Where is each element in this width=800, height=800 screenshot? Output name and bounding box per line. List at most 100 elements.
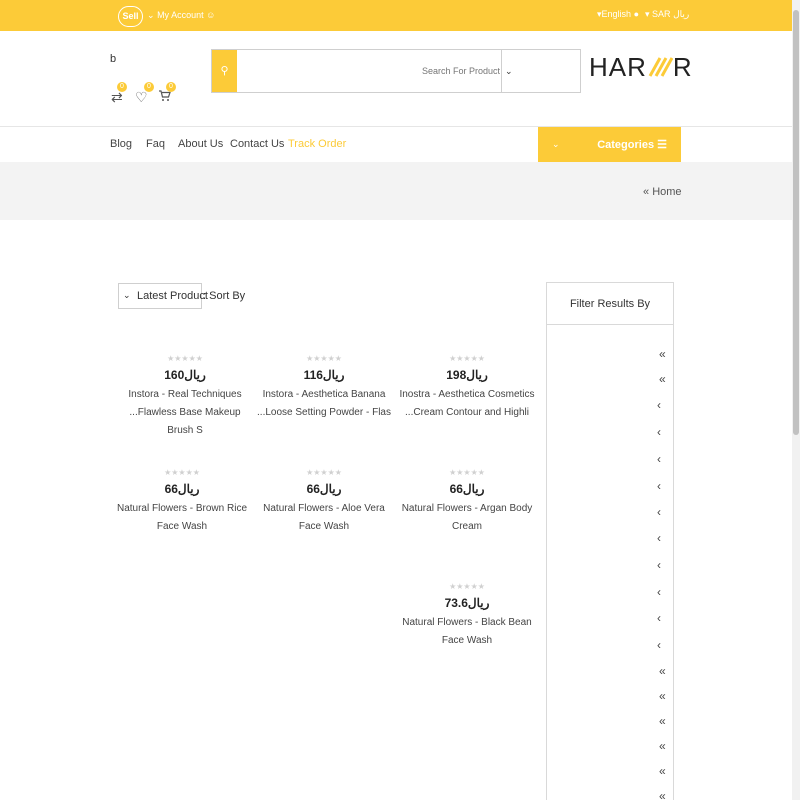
product-name[interactable]: Natural Flowers - Argan Body Cream bbox=[397, 500, 537, 536]
filter-subcategory-toggle[interactable]: ‹ bbox=[657, 398, 661, 412]
product-name[interactable]: Natural Flowers - Aloe Vera Face Wash bbox=[254, 500, 394, 536]
filter-category-toggle[interactable]: « bbox=[659, 372, 666, 386]
logo-text-right: R bbox=[672, 52, 693, 82]
search-category-select[interactable]: ⌄ bbox=[501, 50, 581, 92]
filter-subcategory-toggle[interactable]: ‹ bbox=[657, 611, 661, 625]
rating-stars: ★★★★★ bbox=[449, 582, 485, 591]
user-initial: b bbox=[110, 53, 117, 65]
categories-dropdown[interactable]: ⌄ Categories ☰ bbox=[538, 127, 681, 162]
product-name-line1: Instora - Aesthetica Banana bbox=[262, 389, 386, 400]
logo-mark-icon bbox=[648, 57, 673, 77]
product-price: 116ريال bbox=[303, 368, 345, 382]
nav-item-contact-us[interactable]: Contact Us bbox=[230, 138, 284, 150]
currency-selector[interactable]: ▾ SAR ريال bbox=[645, 9, 689, 20]
user-icon: ☺ bbox=[206, 10, 216, 20]
chevron-down-icon: ⌄ bbox=[505, 66, 513, 76]
compare-count-badge: 0 bbox=[117, 82, 127, 92]
product-name[interactable]: Natural Flowers - Brown Rice Face Wash bbox=[112, 500, 252, 536]
sort-label: : Sort By bbox=[203, 290, 246, 302]
nav-item-about-us[interactable]: About Us bbox=[178, 138, 223, 150]
product-name[interactable]: Inostra - Aesthetica Cosmetics ...Cream … bbox=[397, 386, 537, 422]
rating-stars: ★★★★★ bbox=[306, 354, 342, 363]
product-price: 66ريال bbox=[449, 482, 485, 496]
product-name-line2: ...Flawless Base Makeup Brush S bbox=[129, 407, 241, 436]
wishlist-button[interactable]: ♡ bbox=[135, 89, 148, 106]
product-name-line2: ...Cream Contour and Highli bbox=[405, 407, 529, 418]
globe-icon: ● bbox=[633, 9, 640, 19]
product-price: 160ريال bbox=[164, 368, 206, 382]
filter-subcategory-toggle[interactable]: ‹ bbox=[657, 638, 661, 652]
filter-subcategory-toggle[interactable]: ‹ bbox=[657, 585, 661, 599]
double-chevron-left-icon: « bbox=[643, 186, 650, 198]
filter-subcategory-toggle[interactable]: ‹ bbox=[657, 452, 661, 466]
menu-icon: ☰ bbox=[657, 139, 667, 151]
product-name[interactable]: Instora - Aesthetica Banana ...Loose Set… bbox=[254, 386, 394, 422]
filter-category-toggle[interactable]: « bbox=[659, 689, 666, 703]
categories-text: Categories bbox=[597, 139, 655, 151]
search-icon: ⚲ bbox=[220, 65, 229, 77]
language-selector[interactable]: ▾English ● bbox=[597, 9, 639, 20]
filter-subcategory-toggle[interactable]: ‹ bbox=[657, 425, 661, 439]
my-account-label: My Account bbox=[157, 10, 204, 20]
wishlist-count-badge: 0 bbox=[144, 82, 154, 92]
product-card[interactable]: ★★★★★ 198ريال Inostra - Aesthetica Cosme… bbox=[397, 354, 537, 422]
product-name-line1: Natural Flowers - Black Bean bbox=[402, 617, 532, 628]
product-name-line2: Face Wash bbox=[298, 521, 350, 532]
product-card[interactable]: ★★★★★ 160ريال Instora - Real Techniques … bbox=[115, 354, 255, 440]
site-logo[interactable]: HAR R bbox=[589, 52, 693, 83]
nav-item-blog[interactable]: Blog bbox=[110, 138, 132, 150]
filter-subcategory-toggle[interactable]: ‹ bbox=[657, 479, 661, 493]
search-bar: ⚲ ⌄ bbox=[211, 49, 581, 93]
product-name-line1: Instora - Real Techniques bbox=[128, 389, 242, 400]
product-card[interactable]: ★★★★★ 66ريال Natural Flowers - Brown Ric… bbox=[112, 468, 252, 536]
product-name-line1: Natural Flowers - Brown Rice bbox=[116, 503, 248, 514]
product-name-line1: Inostra - Aesthetica Cosmetics bbox=[399, 389, 535, 400]
sort-select[interactable]: ⌄ Latest Product bbox=[118, 283, 208, 309]
product-card[interactable]: ★★★★★ 73.6ريال Natural Flowers - Black B… bbox=[397, 582, 537, 650]
product-name[interactable]: Natural Flowers - Black Bean Face Wash bbox=[397, 614, 537, 650]
filter-category-toggle[interactable]: « bbox=[659, 764, 666, 778]
nav-item-faq[interactable]: Faq bbox=[146, 138, 165, 150]
page-scrollbar[interactable] bbox=[792, 0, 800, 800]
rating-stars: ★★★★★ bbox=[164, 468, 200, 477]
filter-category-toggle[interactable]: « bbox=[659, 739, 666, 753]
sell-button[interactable]: Sell bbox=[118, 6, 143, 27]
rating-stars: ★★★★★ bbox=[306, 468, 342, 477]
currency-label: SAR ريال bbox=[652, 9, 690, 19]
product-card[interactable]: ★★★★★ 66ريال Natural Flowers - Aloe Vera… bbox=[254, 468, 394, 536]
filter-subcategory-toggle[interactable]: ‹ bbox=[657, 531, 661, 545]
cart-count-badge: 0 bbox=[166, 82, 176, 92]
product-name-line2: ...Loose Setting Powder - Flas bbox=[257, 407, 391, 418]
top-bar: Sell ⌄ My Account ☺ ▾English ● ▾ SAR ريا… bbox=[0, 0, 792, 31]
rating-stars: ★★★★★ bbox=[167, 354, 203, 363]
product-price: 66ريال bbox=[306, 482, 342, 496]
categories-label: Categories ☰ bbox=[597, 138, 667, 151]
product-name-line2: Face Wash bbox=[441, 635, 493, 646]
search-button[interactable]: ⚲ bbox=[212, 50, 237, 92]
nav-item-track-order[interactable]: Track Order bbox=[288, 138, 346, 150]
product-name[interactable]: Instora - Real Techniques ...Flawless Ba… bbox=[115, 386, 255, 440]
scrollbar-thumb[interactable] bbox=[793, 10, 799, 435]
caret-down-icon: ▾ bbox=[645, 9, 650, 19]
product-name-line1: Natural Flowers - Aloe Vera bbox=[263, 503, 385, 514]
filter-subcategory-toggle[interactable]: ‹ bbox=[657, 558, 661, 572]
filter-category-toggle[interactable]: « bbox=[659, 664, 666, 678]
rating-stars: ★★★★★ bbox=[449, 354, 485, 363]
product-name-line2: Face Wash bbox=[156, 521, 208, 532]
product-card[interactable]: ★★★★★ 66ريال Natural Flowers - Argan Bod… bbox=[397, 468, 537, 536]
chevron-down-icon: ⌄ bbox=[552, 139, 560, 149]
logo-text-left: HAR bbox=[589, 52, 647, 82]
filter-category-toggle[interactable]: « bbox=[659, 789, 666, 800]
product-price: 198ريال bbox=[446, 368, 488, 382]
product-price: 73.6ريال bbox=[444, 596, 490, 610]
breadcrumb-home[interactable]: Home bbox=[652, 186, 681, 198]
product-card[interactable]: ★★★★★ 116ريال Instora - Aesthetica Banan… bbox=[254, 354, 394, 422]
filter-subcategory-toggle[interactable]: ‹ bbox=[657, 505, 661, 519]
filter-category-toggle[interactable]: « bbox=[659, 714, 666, 728]
search-input[interactable] bbox=[238, 50, 502, 92]
my-account-link[interactable]: ⌄ My Account ☺ bbox=[147, 10, 215, 21]
filter-category-toggle[interactable]: « bbox=[659, 347, 666, 361]
breadcrumb: « Home bbox=[643, 186, 682, 198]
chevron-down-icon: ⌄ bbox=[147, 10, 155, 20]
language-label: English bbox=[601, 9, 632, 19]
